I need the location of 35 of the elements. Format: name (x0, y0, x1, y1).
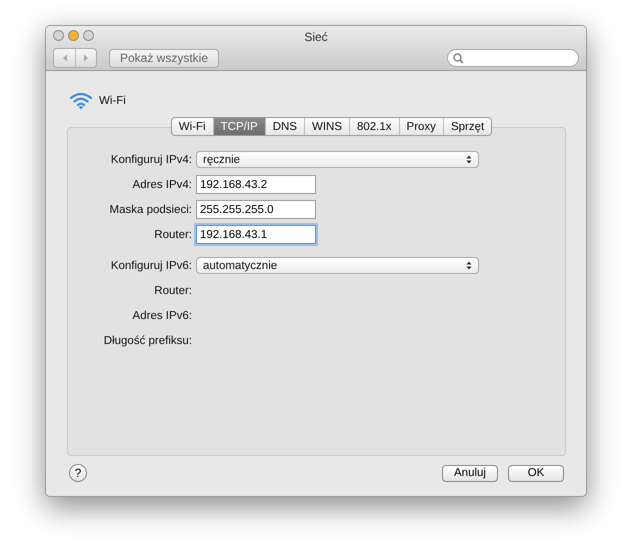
minimize-icon[interactable] (68, 30, 79, 41)
wifi-icon (69, 91, 93, 111)
tab[interactable]: Proxy (398, 118, 443, 135)
popup-menu[interactable]: automatycznie (196, 257, 479, 274)
forward-arrow-icon (83, 54, 89, 62)
text-field[interactable]: 192.168.43.1 (196, 225, 316, 244)
stepper-icon (466, 155, 472, 164)
field-label: Konfiguruj IPv4: (110, 154, 193, 166)
window-title: Sieć (304, 30, 328, 44)
text-field[interactable]: 192.168.43.2 (196, 175, 316, 194)
tab[interactable]: 802.1x (349, 118, 399, 135)
search-field[interactable] (447, 49, 579, 67)
field-label: Długość prefiksu: (102, 334, 193, 346)
tab[interactable]: DNS (264, 118, 304, 135)
close-icon[interactable] (53, 30, 64, 41)
dialog-button[interactable]: OK (508, 464, 564, 482)
search-icon (453, 52, 464, 64)
tab[interactable]: Wi-Fi (172, 118, 213, 135)
field-label: Adres IPv4: (132, 178, 193, 190)
tab[interactable]: TCP/IP (212, 118, 265, 135)
field-label: Router: (153, 228, 193, 240)
back-arrow-icon (62, 54, 68, 62)
field-label: Konfiguruj IPv6: (110, 260, 193, 272)
help-button[interactable]: ? (69, 464, 87, 482)
stepper-icon (466, 261, 472, 270)
field-label: Maska podsieci: (108, 204, 193, 216)
field-label: Router: (153, 284, 193, 296)
zoom-icon[interactable] (83, 30, 94, 41)
service-name: Wi-Fi (99, 95, 126, 107)
text-field[interactable]: 255.255.255.0 (196, 200, 316, 219)
dialog-button[interactable]: Anuluj (442, 464, 498, 482)
show-all-button[interactable]: Pokaż wszystkie (109, 48, 220, 68)
tab[interactable]: WINS (304, 118, 349, 135)
field-label: Adres IPv6: (132, 310, 193, 322)
popup-menu[interactable]: ręcznie (196, 151, 479, 168)
